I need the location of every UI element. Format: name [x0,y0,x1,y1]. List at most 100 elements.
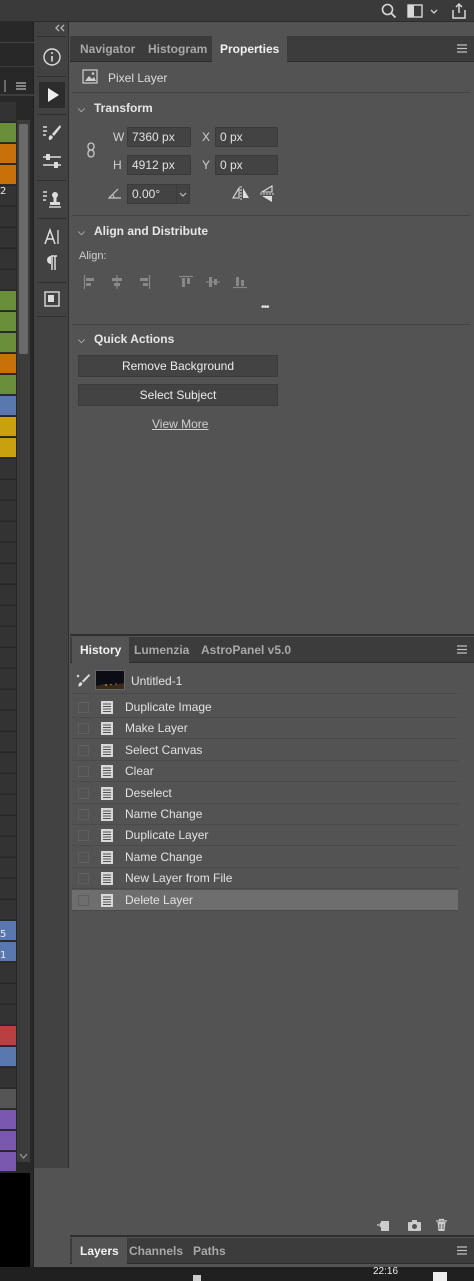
panel-menu-icon[interactable] [456,1245,468,1256]
history-source-checkbox[interactable] [78,723,89,735]
history-source-checkbox[interactable] [78,809,89,820]
history-source-checkbox[interactable] [78,894,89,906]
taskbar-app-icon[interactable] [193,1275,201,1281]
align-left-edges-icon[interactable] [83,275,97,289]
align-bottom-edges-icon[interactable] [233,275,247,289]
align-vertical-centers-icon[interactable] [206,275,220,289]
chevron-down-icon[interactable]: ⌵ [78,227,88,238]
y-field[interactable]: 0 px [215,155,278,175]
strip-menu-icon[interactable] [15,80,27,92]
history-item-label: New Layer from File [125,871,233,886]
tab-history[interactable]: History [72,637,130,663]
align-top-edges-icon[interactable] [179,275,193,289]
tab-layers[interactable]: Layers [72,1238,127,1264]
tab-astropanel[interactable]: AstroPanel v5.0 [193,637,299,663]
width-field[interactable]: 7360 px [127,127,191,147]
angle-dropdown[interactable] [176,184,190,204]
history-source-checkbox[interactable] [78,851,89,863]
select-subject-button[interactable]: Select Subject [78,384,278,406]
tab-channels[interactable]: Channels [121,1238,191,1264]
scrollbar-thumb[interactable] [19,124,28,354]
info-panel-icon[interactable] [39,44,65,70]
height-field[interactable]: 4912 px [127,155,191,175]
history-item[interactable]: Name Change [72,847,458,868]
history-state-icon [100,893,114,908]
doc-strip-number: 2 [0,186,7,197]
history-item-label: Clear [125,764,154,779]
transform-section-header[interactable]: ⌵ Transform [78,101,153,115]
align-right-edges-icon[interactable] [137,275,151,289]
history-state-icon [100,807,114,822]
x-label: X [202,130,211,144]
history-source-checkbox[interactable] [78,830,89,842]
history-item[interactable]: Duplicate Layer [72,825,458,847]
collapse-dock-icon[interactable] [54,24,66,32]
history-snapshot-row[interactable]: Untitled-1 [72,667,458,694]
history-item[interactable]: Select Canvas [72,740,458,761]
tab-paths[interactable]: Paths [185,1238,234,1264]
tab-properties[interactable]: Properties [212,36,288,62]
history-item-label: Delete Layer [125,892,194,907]
history-item[interactable]: Deselect [72,783,458,804]
flip-vertical-icon[interactable] [259,185,275,203]
snapshot-thumbnail[interactable] [95,670,125,690]
history-state-icon [100,871,114,886]
section-title: Quick Actions [94,332,175,346]
brush-settings-icon[interactable] [39,120,65,146]
top-options-bar [0,0,474,22]
view-more-link[interactable]: View More [152,417,208,431]
chevron-down-icon[interactable]: ⌵ [78,104,88,115]
history-state-icon [100,764,114,779]
adjustments-sliders-icon[interactable] [39,148,65,174]
angle-icon [108,187,122,199]
workspace-icon[interactable] [406,2,424,20]
notification-icon[interactable] [433,1272,447,1281]
height-label: H [113,158,122,172]
search-icon[interactable] [380,2,398,20]
angle-field[interactable]: 0.00° [127,184,177,204]
paragraph-panel-icon[interactable] [39,250,65,276]
history-source-checkbox[interactable] [78,702,89,713]
more-options-button[interactable]: ••• [261,302,269,313]
align-horizontal-centers-icon[interactable] [110,275,124,289]
chevron-down-icon[interactable] [428,2,440,20]
tab-lumenzia[interactable]: Lumenzia [126,637,197,663]
history-state-icon [100,700,114,715]
panel-menu-icon[interactable] [456,644,468,655]
actions-play-icon[interactable] [39,82,65,108]
trash-icon[interactable] [435,1218,448,1232]
quick-actions-section-header[interactable]: ⌵ Quick Actions [78,332,174,346]
history-item[interactable]: Name Change [72,804,458,825]
history-item[interactable]: New Layer from File [72,868,458,890]
document-strip: 2 5 1 [0,22,34,1267]
history-item[interactable]: Delete Layer [72,889,458,911]
share-icon[interactable] [450,2,468,20]
history-item-label: Duplicate Image [125,700,212,714]
x-field[interactable]: 0 px [215,127,278,147]
tab-histogram[interactable]: Histogram [140,36,215,62]
document-scrollbar[interactable] [17,120,30,1162]
new-document-from-state-icon[interactable] [376,1218,390,1232]
history-item[interactable]: Duplicate Image [72,697,458,718]
scroll-down-icon[interactable] [19,1152,28,1160]
history-item[interactable]: Make Layer [72,718,458,740]
history-source-checkbox[interactable] [78,744,89,756]
align-section-header[interactable]: ⌵ Align and Distribute [78,224,208,238]
clone-source-stamp-icon[interactable] [39,186,65,212]
history-item[interactable]: Clear [72,761,458,783]
history-source-checkbox[interactable] [78,873,89,885]
chevron-down-icon[interactable]: ⌵ [78,335,88,346]
remove-background-button[interactable]: Remove Background [78,355,278,377]
tab-navigator[interactable]: Navigator [72,36,143,62]
history-brush-source-icon[interactable] [76,673,91,688]
history-source-checkbox[interactable] [78,787,89,799]
character-panel-icon[interactable] [39,224,65,250]
history-state-icon [100,721,114,736]
panel-menu-icon[interactable] [456,43,468,54]
link-proportions-icon[interactable] [85,142,97,158]
camera-snapshot-icon[interactable] [407,1218,422,1232]
column-marker-icon [0,80,8,92]
artboard-panel-icon[interactable] [39,286,65,312]
history-source-checkbox[interactable] [78,766,89,778]
flip-horizontal-icon[interactable] [232,185,250,201]
